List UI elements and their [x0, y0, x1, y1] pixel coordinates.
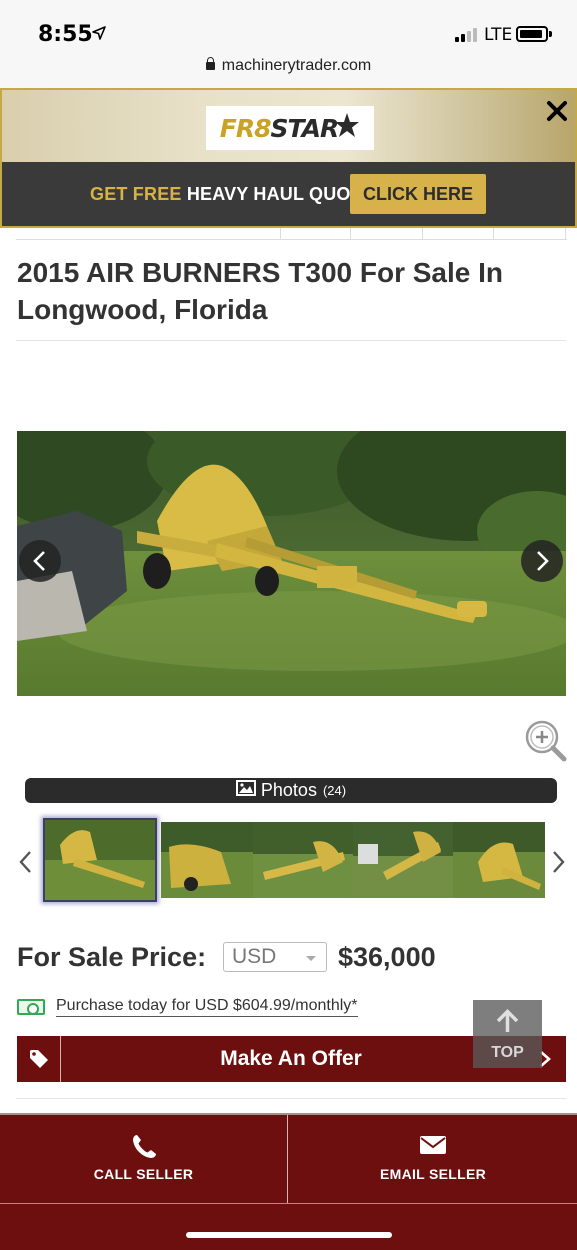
- home-indicator[interactable]: [186, 1232, 392, 1238]
- network-type: LTE: [484, 25, 513, 45]
- scroll-top-button[interactable]: TOP: [473, 1000, 542, 1068]
- photos-label: Photos: [260, 780, 317, 800]
- location-arrow-icon: [92, 26, 106, 45]
- main-listing-photo[interactable]: [17, 431, 566, 696]
- price-label: For Sale Price:: [17, 942, 207, 972]
- tab-strip: [16, 228, 567, 240]
- ad-background: FR8 STAR: [2, 90, 575, 162]
- browser-status-bar: 8:55 LTE machinerytrader.com: [0, 0, 577, 88]
- bottom-strip: [0, 1203, 577, 1250]
- signal-icon: [455, 28, 477, 42]
- zoom-icon[interactable]: [523, 718, 567, 762]
- thumbnail[interactable]: [161, 822, 253, 898]
- thumbnail[interactable]: [353, 822, 453, 898]
- thumbnail-strip: [43, 818, 545, 904]
- money-icon: [17, 999, 45, 1015]
- chevron-left-icon: [33, 551, 45, 571]
- contact-bar: CALL SELLER EMAIL SELLER: [0, 1113, 577, 1203]
- battery-icon: [516, 26, 548, 42]
- dropdown-caret-icon: [306, 956, 316, 961]
- ad-promo-strip: GET FREE HEAVY HAUL QUOTES CLICK HERE: [2, 162, 575, 226]
- page-title: 2015 AIR BURNERS T300 For Sale In Longwo…: [17, 257, 504, 325]
- photos-bar[interactable]: Photos (24): [25, 778, 557, 803]
- finance-text: Purchase today for USD $604.99/monthly*: [56, 997, 358, 1017]
- email-seller-button[interactable]: EMAIL SELLER: [289, 1115, 577, 1203]
- envelope-icon: [289, 1133, 577, 1157]
- ad-click-here-button[interactable]: CLICK HERE: [350, 174, 486, 214]
- url-text: machinerytrader.com: [221, 57, 372, 74]
- fr8star-logo: FR8 STAR: [206, 106, 374, 150]
- divider: [16, 340, 566, 341]
- ad-promo-text: GET FREE HEAVY HAUL QUOTES: [90, 184, 387, 204]
- clock: 8:55: [38, 22, 93, 47]
- arrow-up-icon: [496, 1009, 519, 1032]
- divider: [16, 1098, 566, 1099]
- previous-photo-button[interactable]: [19, 540, 61, 582]
- address-bar[interactable]: machinerytrader.com: [0, 57, 577, 75]
- tag-icon: [17, 1036, 61, 1082]
- call-seller-button[interactable]: CALL SELLER: [0, 1115, 288, 1203]
- close-ad-icon[interactable]: [545, 99, 569, 123]
- lock-icon: [205, 57, 215, 70]
- finance-link[interactable]: Purchase today for USD $604.99/monthly*: [17, 997, 358, 1017]
- thumbnail[interactable]: [453, 822, 545, 898]
- image-icon: [235, 780, 256, 801]
- star-icon: [335, 113, 360, 137]
- thumbnail[interactable]: [43, 818, 157, 902]
- thumbnail[interactable]: [253, 822, 353, 898]
- next-photo-button[interactable]: [521, 540, 563, 582]
- ad-banner[interactable]: FR8 STAR GET FREE HEAVY HAUL QUOTES CLICK…: [0, 88, 577, 228]
- make-offer-label: Make An Offer: [220, 1047, 362, 1070]
- price-value: $36,000: [338, 942, 436, 972]
- thumbs-next-icon[interactable]: [549, 848, 567, 876]
- currency-select[interactable]: USD: [223, 942, 327, 972]
- chevron-right-icon: [537, 551, 549, 571]
- phone-icon: [0, 1133, 287, 1161]
- thumbs-prev-icon[interactable]: [17, 848, 35, 876]
- photos-count: (24): [322, 783, 347, 798]
